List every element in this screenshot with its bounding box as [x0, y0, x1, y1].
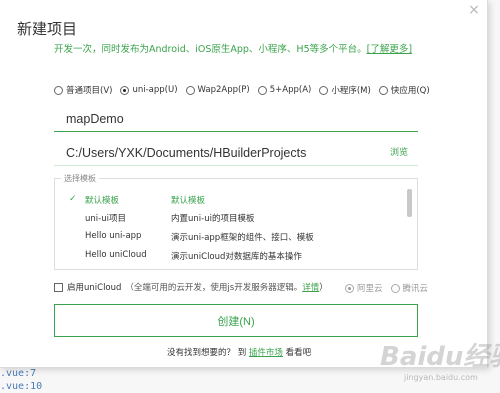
radio-label: uni-app(U): [132, 85, 178, 95]
radio-5plus-app[interactable]: 5+App(A): [257, 84, 312, 96]
unicloud-hint-end: ）: [319, 283, 328, 293]
learn-more-link[interactable]: [了解更多]: [367, 44, 412, 55]
project-path-input[interactable]: [54, 140, 418, 165]
cloud-provider-group: 阿里云 腾讯云: [345, 282, 428, 294]
unicloud-details-link[interactable]: 详情: [302, 281, 319, 293]
template-scrollbar[interactable]: [407, 189, 412, 217]
radio-selected-icon: [345, 283, 354, 293]
project-name-input[interactable]: [54, 106, 418, 131]
template-desc: 演示uniCloud对数据库的基本操作: [171, 252, 302, 262]
radio-mini-program[interactable]: 小程序(M): [319, 84, 371, 96]
radio-normal-project[interactable]: 普通项目(V): [54, 84, 112, 96]
unicloud-label: 启用uniCloud: [67, 283, 122, 293]
dialog-title: 新建项目: [17, 20, 78, 38]
unicloud-hint: （全端可用的云开发，使用js开发服务器逻辑。: [125, 283, 303, 293]
radio-label: 腾讯云: [402, 284, 429, 294]
radio-selected-icon: [120, 85, 130, 95]
radio-aliyun[interactable]: 阿里云: [345, 282, 383, 294]
plugin-market-link[interactable]: 插件市场: [249, 348, 283, 358]
radio-label: 小程序(M): [331, 86, 371, 96]
project-path-field: [54, 140, 418, 166]
project-name-field: [54, 106, 418, 132]
radio-icon: [185, 85, 195, 95]
unicloud-option: 启用uniCloud （全端可用的云开发，使用js开发服务器逻辑。 详情 ）: [54, 281, 328, 293]
radio-icon: [390, 283, 400, 293]
template-name: Hello uniCloud: [85, 250, 147, 260]
console-line: .vue:7: [0, 368, 37, 379]
create-button[interactable]: 创建(N): [54, 304, 418, 337]
radio-label: 阿里云: [357, 284, 383, 294]
footer-prefix: 没有找到想要的？ 到: [167, 348, 247, 358]
radio-label: 普通项目(V): [66, 86, 113, 96]
subtitle-text: 开发一次，同时发布为Android、iOS原生App、小程序、H5等多个平台。: [54, 44, 367, 55]
template-item-hello-unicloud[interactable]: Hello uniCloud 演示uniCloud对数据库的基本操作: [55, 250, 395, 266]
footer-hint: 没有找到想要的？ 到 插件市场 看看吧: [167, 346, 311, 358]
unicloud-checkbox[interactable]: [54, 282, 63, 292]
template-list: 选择模板 ✓ 默认模板 默认模板 uni-ui项目 内置uni-ui的项目模板 …: [54, 173, 418, 270]
checkmark-icon: ✓: [69, 194, 77, 204]
radio-icon: [378, 85, 388, 95]
radio-label: Wap2App(P): [197, 85, 250, 95]
radio-tencent-cloud[interactable]: 腾讯云: [390, 282, 429, 294]
template-item-hello-uni-app[interactable]: Hello uni-app 演示uni-app框架的组件、接口、模板: [55, 231, 395, 247]
console-line: .vue:10: [0, 381, 43, 392]
template-name: Hello uni-app: [85, 231, 142, 241]
radio-quick-app[interactable]: 快应用(Q): [378, 84, 430, 96]
radio-label: 快应用(Q): [390, 86, 430, 96]
radio-label: 5+App(A): [269, 85, 312, 95]
footer-suffix: 看看吧: [285, 348, 312, 358]
template-item-default[interactable]: ✓ 默认模板 默认模板: [55, 194, 395, 210]
radio-icon: [54, 85, 63, 95]
template-legend: 选择模板: [61, 173, 99, 184]
template-desc: 默认模板: [171, 196, 206, 206]
template-desc: 内置uni-ui的项目模板: [171, 214, 255, 224]
template-name: uni-ui项目: [85, 214, 126, 224]
radio-icon: [257, 85, 267, 95]
baidu-watermark: Baidu经验: [380, 342, 500, 372]
template-desc: 演示uni-app框架的组件、接口、模板: [171, 233, 314, 243]
dialog-subtitle: 开发一次，同时发布为Android、iOS原生App、小程序、H5等多个平台。[…: [54, 41, 412, 55]
close-icon[interactable]: ×: [466, 2, 482, 18]
radio-uni-app[interactable]: uni-app(U): [120, 84, 178, 96]
template-item-uni-ui[interactable]: uni-ui项目 内置uni-ui的项目模板: [55, 212, 395, 228]
baidu-watermark-url: jingyan.baidu.com: [404, 373, 478, 382]
radio-icon: [319, 85, 329, 95]
template-name: 默认模板: [85, 196, 120, 206]
browse-button[interactable]: 浏览: [390, 145, 408, 158]
new-project-dialog: 新建项目 × 开发一次，同时发布为Android、iOS原生App、小程序、H5…: [0, 0, 488, 368]
radio-wap2app[interactable]: Wap2App(P): [185, 84, 250, 96]
project-type-group: 普通项目(V) uni-app(U) Wap2App(P) 5+App(A) 小…: [54, 84, 430, 96]
